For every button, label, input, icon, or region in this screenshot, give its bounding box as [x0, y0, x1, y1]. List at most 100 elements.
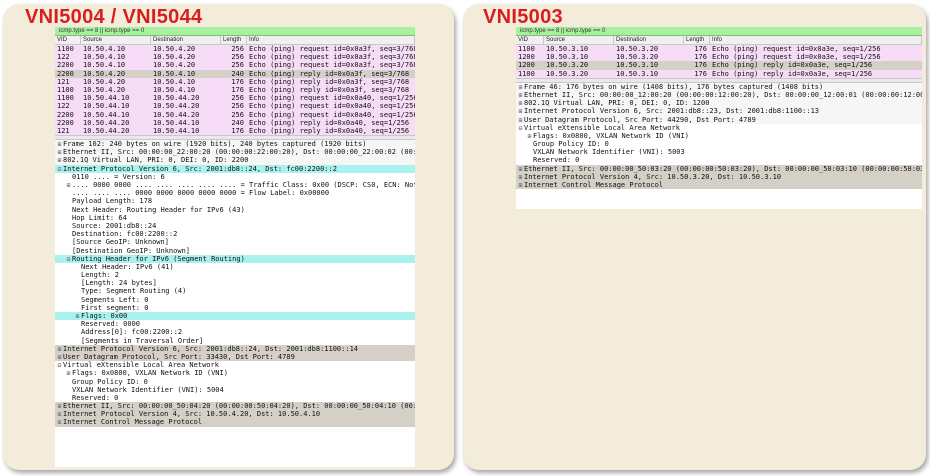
expand-icon[interactable]: ⊞	[517, 182, 524, 190]
cell-source: 10.50.44.10	[83, 110, 130, 119]
packet-row[interactable]: 1100 10.50.3.10 10.50.3.20 176 Echo (ping) r…	[516, 45, 922, 54]
tree-node[interactable]: ⊟ Routing Header for IPv6 (Segment Routin…	[55, 254, 415, 263]
packet-row[interactable]: 121 10.50.44.20 10.50.44.10 176 Echo (ping) …	[55, 126, 415, 136]
cell-length: 240	[231, 69, 244, 78]
tree-node[interactable]: ⊞ Flags: 0x0800, VXLAN Network ID (VNI)	[55, 369, 415, 377]
tree-node[interactable]: Next Header: Routing Header for IPv6 (43…	[55, 206, 415, 214]
tree-node[interactable]: ⊞ Frame 102: 240 bytes on wire (1920 bits…	[55, 140, 415, 149]
cell-destination: 10.50.44.10	[153, 126, 200, 135]
tree-node[interactable]: Type: Segment Routing (4)	[55, 287, 415, 295]
tree-node-label: VXLAN Network Identifier (VNI): 5004	[72, 385, 224, 394]
column-header-info[interactable]: Info	[247, 36, 415, 44]
tree-node[interactable]: ⊞ Ethernet II, Src: 00:00:00_12:00:20 (00…	[516, 90, 922, 100]
tree-node-label: Frame 102: 240 bytes on wire (1920 bits)…	[63, 140, 367, 149]
cell-length: 256	[231, 45, 244, 53]
tree-node-label: Length: 2	[81, 271, 119, 280]
column-header-vid[interactable]: VID	[516, 36, 544, 44]
tree-node[interactable]: Reserved: 0	[55, 394, 415, 402]
packet-row[interactable]: 2200 10.50.4.10 10.50.4.20 256 Echo (ping) r…	[55, 61, 415, 70]
packet-row[interactable]: 1100 10.50.44.10 10.50.44.20 256 Echo (ping)…	[55, 94, 415, 103]
column-header-info[interactable]: Info	[710, 36, 922, 44]
cell-vid: 121	[57, 126, 70, 135]
tree-node[interactable]: Group Policy ID: 0	[516, 140, 922, 148]
packet-row[interactable]: 1200 10.50.3.10 10.50.3.20 176 Echo (ping) r…	[516, 53, 922, 62]
tree-node[interactable]: ⊟ Virtual eXtensible Local Area Network	[516, 124, 922, 132]
tree-node[interactable]: ⊟ Virtual eXtensible Local Area Network	[55, 361, 415, 369]
tree-node-label: Group Policy ID: 0	[533, 140, 609, 149]
packet-row-selected[interactable]: 1200 10.50.3.20 10.50.3.10 176 Echo (ping) r…	[516, 61, 922, 70]
packet-row[interactable]: 1100 10.50.4.10 10.50.4.20 256 Echo (ping) r…	[55, 45, 415, 54]
tree-node[interactable]: ⊞ Internet Protocol Version 6, Src: 2001:…	[516, 107, 922, 116]
tree-node[interactable]: .... .... .... 0000 0000 0000 0000 0000 …	[55, 189, 415, 197]
tree-node[interactable]: VXLAN Network Identifier (VNI): 5003	[516, 148, 922, 156]
tree-node[interactable]: ⊞ Internet Control Message Protocol	[516, 181, 922, 190]
tree-node[interactable]: ⊞ User Datagram Protocol, Src Port: 33430…	[55, 352, 415, 362]
tree-node[interactable]: ⊞ 802.1Q Virtual LAN, PRI: 0, DEI: 0, ID:…	[516, 99, 922, 108]
tree-node[interactable]: ⊞ Flags: 0x00	[55, 312, 415, 321]
tree-node[interactable]: Source: 2001:db8::24	[55, 222, 415, 230]
tree-node[interactable]: ⊞ Ethernet II, Src: 00:00:00_22:00:20 (00…	[55, 148, 415, 157]
packet-row[interactable]: 122 10.50.4.10 10.50.4.20 256 Echo (ping) re…	[55, 53, 415, 62]
tree-node[interactable]: ⊞.... 0000 0000 .... .... .... .... ....…	[55, 181, 415, 189]
packet-row[interactable]: 2200 10.50.44.10 10.50.44.20 256 Echo (ping)…	[55, 110, 415, 119]
tree-node[interactable]: ⊞ Ethernet II, Src: 00:00:00_50:03:20 (00…	[516, 164, 922, 173]
tree-node[interactable]: 0110 .... = Version: 6	[55, 173, 415, 181]
tree-node[interactable]: [Length: 24 bytes]	[55, 279, 415, 287]
column-header-vid[interactable]: VID	[55, 36, 81, 44]
tree-node[interactable]: [Destination GeoIP: Unknown]	[55, 247, 415, 255]
tree-node[interactable]: ⊞ Ethernet II, Src: 00:00:00_50:04:20 (00…	[55, 402, 415, 411]
cell-info: Echo (ping) reply id=0x0a40, seq=1/256	[249, 118, 410, 127]
cell-info: Echo (ping) reply id=0x0a3f, seq=3/768	[249, 85, 410, 94]
tree-node[interactable]: ⊞ Internet Protocol Version 6, Src: 2001:…	[55, 344, 415, 353]
tree-node[interactable]: Length: 2	[55, 271, 415, 279]
column-header-length[interactable]: Length	[221, 36, 247, 44]
tree-node[interactable]: ⊞ 802.1Q Virtual LAN, PRI: 0, DEI: 0, ID:…	[55, 156, 415, 165]
tree-node[interactable]: Segments Left: 0	[55, 296, 415, 304]
tree-node[interactable]: ⊞ Frame 46: 176 bytes on wire (1408 bits)…	[516, 82, 922, 91]
packet-row[interactable]: 1100 10.50.4.20 10.50.4.10 176 Echo (ping) r…	[55, 85, 415, 95]
tree-node[interactable]: Hop Limit: 64	[55, 214, 415, 222]
display-filter-bar[interactable]: icmp.type == 8 || icmp.type == 0	[55, 27, 415, 36]
column-header-destination[interactable]: Destination	[151, 36, 221, 44]
column-header-source[interactable]: Source	[81, 36, 151, 44]
expand-icon[interactable]: ⊞	[56, 419, 63, 427]
column-header-source[interactable]: Source	[544, 36, 614, 44]
tree-node-label: Internet Control Message Protocol	[524, 181, 664, 189]
tree-node[interactable]: ⊞ Internet Protocol Version 4, Src: 10.50…	[55, 410, 415, 419]
cell-vid: 1100	[518, 45, 535, 53]
cell-source: 10.50.4.10	[83, 45, 126, 53]
tree-node[interactable]: Destination: fc00:2200::2	[55, 230, 415, 238]
tree-node-label: Next Header: IPv6 (41)	[81, 262, 174, 271]
column-header-length[interactable]: Length	[684, 36, 710, 44]
packet-row-selected[interactable]: 2200 10.50.4.20 10.50.4.10 240 Echo (ping) r…	[55, 69, 415, 78]
display-filter-bar[interactable]: icmp.type == 8 || icmp.type == 0	[516, 27, 922, 36]
tree-node-label: Next Header: Routing Header for IPv6 (43…	[72, 205, 245, 214]
tree-node-label: User Datagram Protocol, Src Port: 44290,…	[524, 115, 756, 124]
tree-node[interactable]: [Source GeoIP: Unknown]	[55, 238, 415, 246]
packet-row[interactable]: 121 10.50.4.20 10.50.4.10 176 Echo (ping) re…	[55, 77, 415, 86]
tree-node[interactable]: Next Header: IPv6 (41)	[55, 263, 415, 271]
tree-node[interactable]: ⊞ Internet Control Message Protocol	[55, 418, 415, 427]
packet-row[interactable]: 122 10.50.44.10 10.50.44.20 256 Echo (ping) …	[55, 102, 415, 111]
tree-node[interactable]: First segment: 0	[55, 304, 415, 312]
tree-node-label: Internet Protocol Version 6, Src: 2001:d…	[524, 107, 820, 116]
tree-node[interactable]: VXLAN Network Identifier (VNI): 5004	[55, 386, 415, 394]
cell-vid: 1100	[57, 94, 74, 103]
tree-node[interactable]: Address[0]: fc00:2200::2	[55, 328, 415, 336]
cell-destination: 10.50.4.20	[153, 53, 196, 62]
tree-node[interactable]: ⊞ Flags: 0x0800, VXLAN Network ID (VNI)	[516, 132, 922, 140]
tree-node[interactable]: Group Policy ID: 0	[55, 378, 415, 386]
tree-node[interactable]: ⊞ User Datagram Protocol, Src Port: 44290…	[516, 115, 922, 124]
tree-node[interactable]: Reserved: 0	[516, 156, 922, 164]
cell-length: 256	[231, 94, 244, 103]
column-header-destination[interactable]: Destination	[614, 36, 684, 44]
packet-row[interactable]: 1100 10.50.3.20 10.50.3.10 176 Echo (ping) r…	[516, 69, 922, 78]
cell-destination: 10.50.3.20	[616, 53, 659, 62]
tree-node[interactable]: Reserved: 0000	[55, 320, 415, 328]
tree-node[interactable]: Payload Length: 178	[55, 197, 415, 205]
tree-node[interactable]: [Segments in Traversal Order]	[55, 337, 415, 345]
tree-node[interactable]: ⊟ Internet Protocol Version 6, Src: 2001:…	[55, 164, 415, 173]
packet-row[interactable]: 2200 10.50.44.20 10.50.44.10 240 Echo (ping)…	[55, 118, 415, 127]
wireshark-window: icmp.type == 8 || icmp.type == 0 VID Sou…	[55, 27, 415, 467]
tree-node[interactable]: ⊞ Internet Protocol Version 4, Src: 10.50…	[516, 172, 922, 181]
